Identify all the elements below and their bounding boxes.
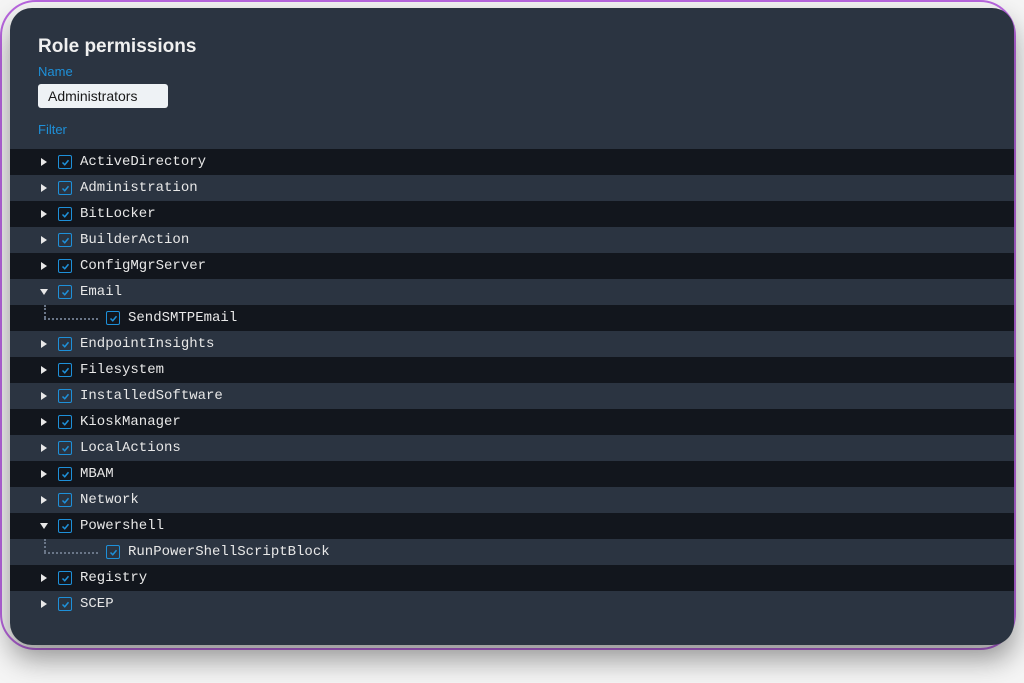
tree-row: MBAM [10,461,1014,487]
expand-icon[interactable] [38,364,50,376]
collapse-icon[interactable] [38,286,50,298]
permission-checkbox[interactable] [106,311,120,325]
expand-icon[interactable] [38,260,50,272]
tree-row: Administration [10,175,1014,201]
permission-label: Powershell [80,518,164,534]
permission-label: BitLocker [80,206,156,222]
permission-checkbox[interactable] [58,259,72,273]
permission-label: LocalActions [80,440,181,456]
permission-label: Filesystem [80,362,164,378]
tree-row: ConfigMgrServer [10,253,1014,279]
permission-checkbox[interactable] [58,467,72,481]
permission-checkbox[interactable] [106,545,120,559]
tree-row: Filesystem [10,357,1014,383]
tree-row: Network [10,487,1014,513]
expand-icon[interactable] [38,390,50,402]
expand-icon[interactable] [38,338,50,350]
permission-checkbox[interactable] [58,597,72,611]
page-title: Role permissions [38,36,986,58]
expand-icon[interactable] [38,182,50,194]
name-input[interactable] [38,84,168,108]
name-label: Name [38,64,986,79]
expand-icon[interactable] [38,208,50,220]
expand-icon[interactable] [38,494,50,506]
expand-icon[interactable] [38,416,50,428]
permission-checkbox[interactable] [58,519,72,533]
tree-row: Registry [10,565,1014,591]
permission-label: EndpointInsights [80,336,214,352]
tree-connector-icon [38,539,98,565]
expand-icon[interactable] [38,468,50,480]
permission-label: SendSMTPEmail [128,310,237,326]
tree-row: EndpointInsights [10,331,1014,357]
tree-connector-icon [38,305,98,331]
tree-row: LocalActions [10,435,1014,461]
permission-label: BuilderAction [80,232,189,248]
permission-label: KioskManager [80,414,181,430]
permission-checkbox[interactable] [58,155,72,169]
tree-row: BuilderAction [10,227,1014,253]
permission-label: InstalledSoftware [80,388,223,404]
permission-checkbox[interactable] [58,389,72,403]
permission-label: ConfigMgrServer [80,258,206,274]
permission-checkbox[interactable] [58,493,72,507]
permission-checkbox[interactable] [58,233,72,247]
permission-checkbox[interactable] [58,441,72,455]
permission-checkbox[interactable] [58,181,72,195]
permission-label: MBAM [80,466,114,482]
permission-checkbox[interactable] [58,415,72,429]
expand-icon[interactable] [38,442,50,454]
permission-label: Registry [80,570,147,586]
permission-checkbox[interactable] [58,337,72,351]
tree-row: SCEP [10,591,1014,617]
filter-label: Filter [38,122,986,137]
tree-row: SendSMTPEmail [10,305,1014,331]
permissions-tree: ActiveDirectory Administration BitLocker Bu… [10,149,1014,617]
permission-checkbox[interactable] [58,285,72,299]
tree-row: KioskManager [10,409,1014,435]
permission-label: Administration [80,180,198,196]
collapse-icon[interactable] [38,520,50,532]
permission-checkbox[interactable] [58,363,72,377]
tree-row: BitLocker [10,201,1014,227]
expand-icon[interactable] [38,234,50,246]
expand-icon[interactable] [38,572,50,584]
permission-label: RunPowerShellScriptBlock [128,544,330,560]
expand-icon[interactable] [38,156,50,168]
permission-checkbox[interactable] [58,571,72,585]
role-permissions-panel: Role permissions Name Filter ActiveDirec… [10,8,1014,645]
permission-label: Email [80,284,122,300]
tree-row: RunPowerShellScriptBlock [10,539,1014,565]
permission-label: Network [80,492,139,508]
permission-checkbox[interactable] [58,207,72,221]
tree-row: Email [10,279,1014,305]
permission-label: ActiveDirectory [80,154,206,170]
tree-row: Powershell [10,513,1014,539]
permission-label: SCEP [80,596,114,612]
tree-row: ActiveDirectory [10,149,1014,175]
tree-row: InstalledSoftware [10,383,1014,409]
expand-icon[interactable] [38,598,50,610]
